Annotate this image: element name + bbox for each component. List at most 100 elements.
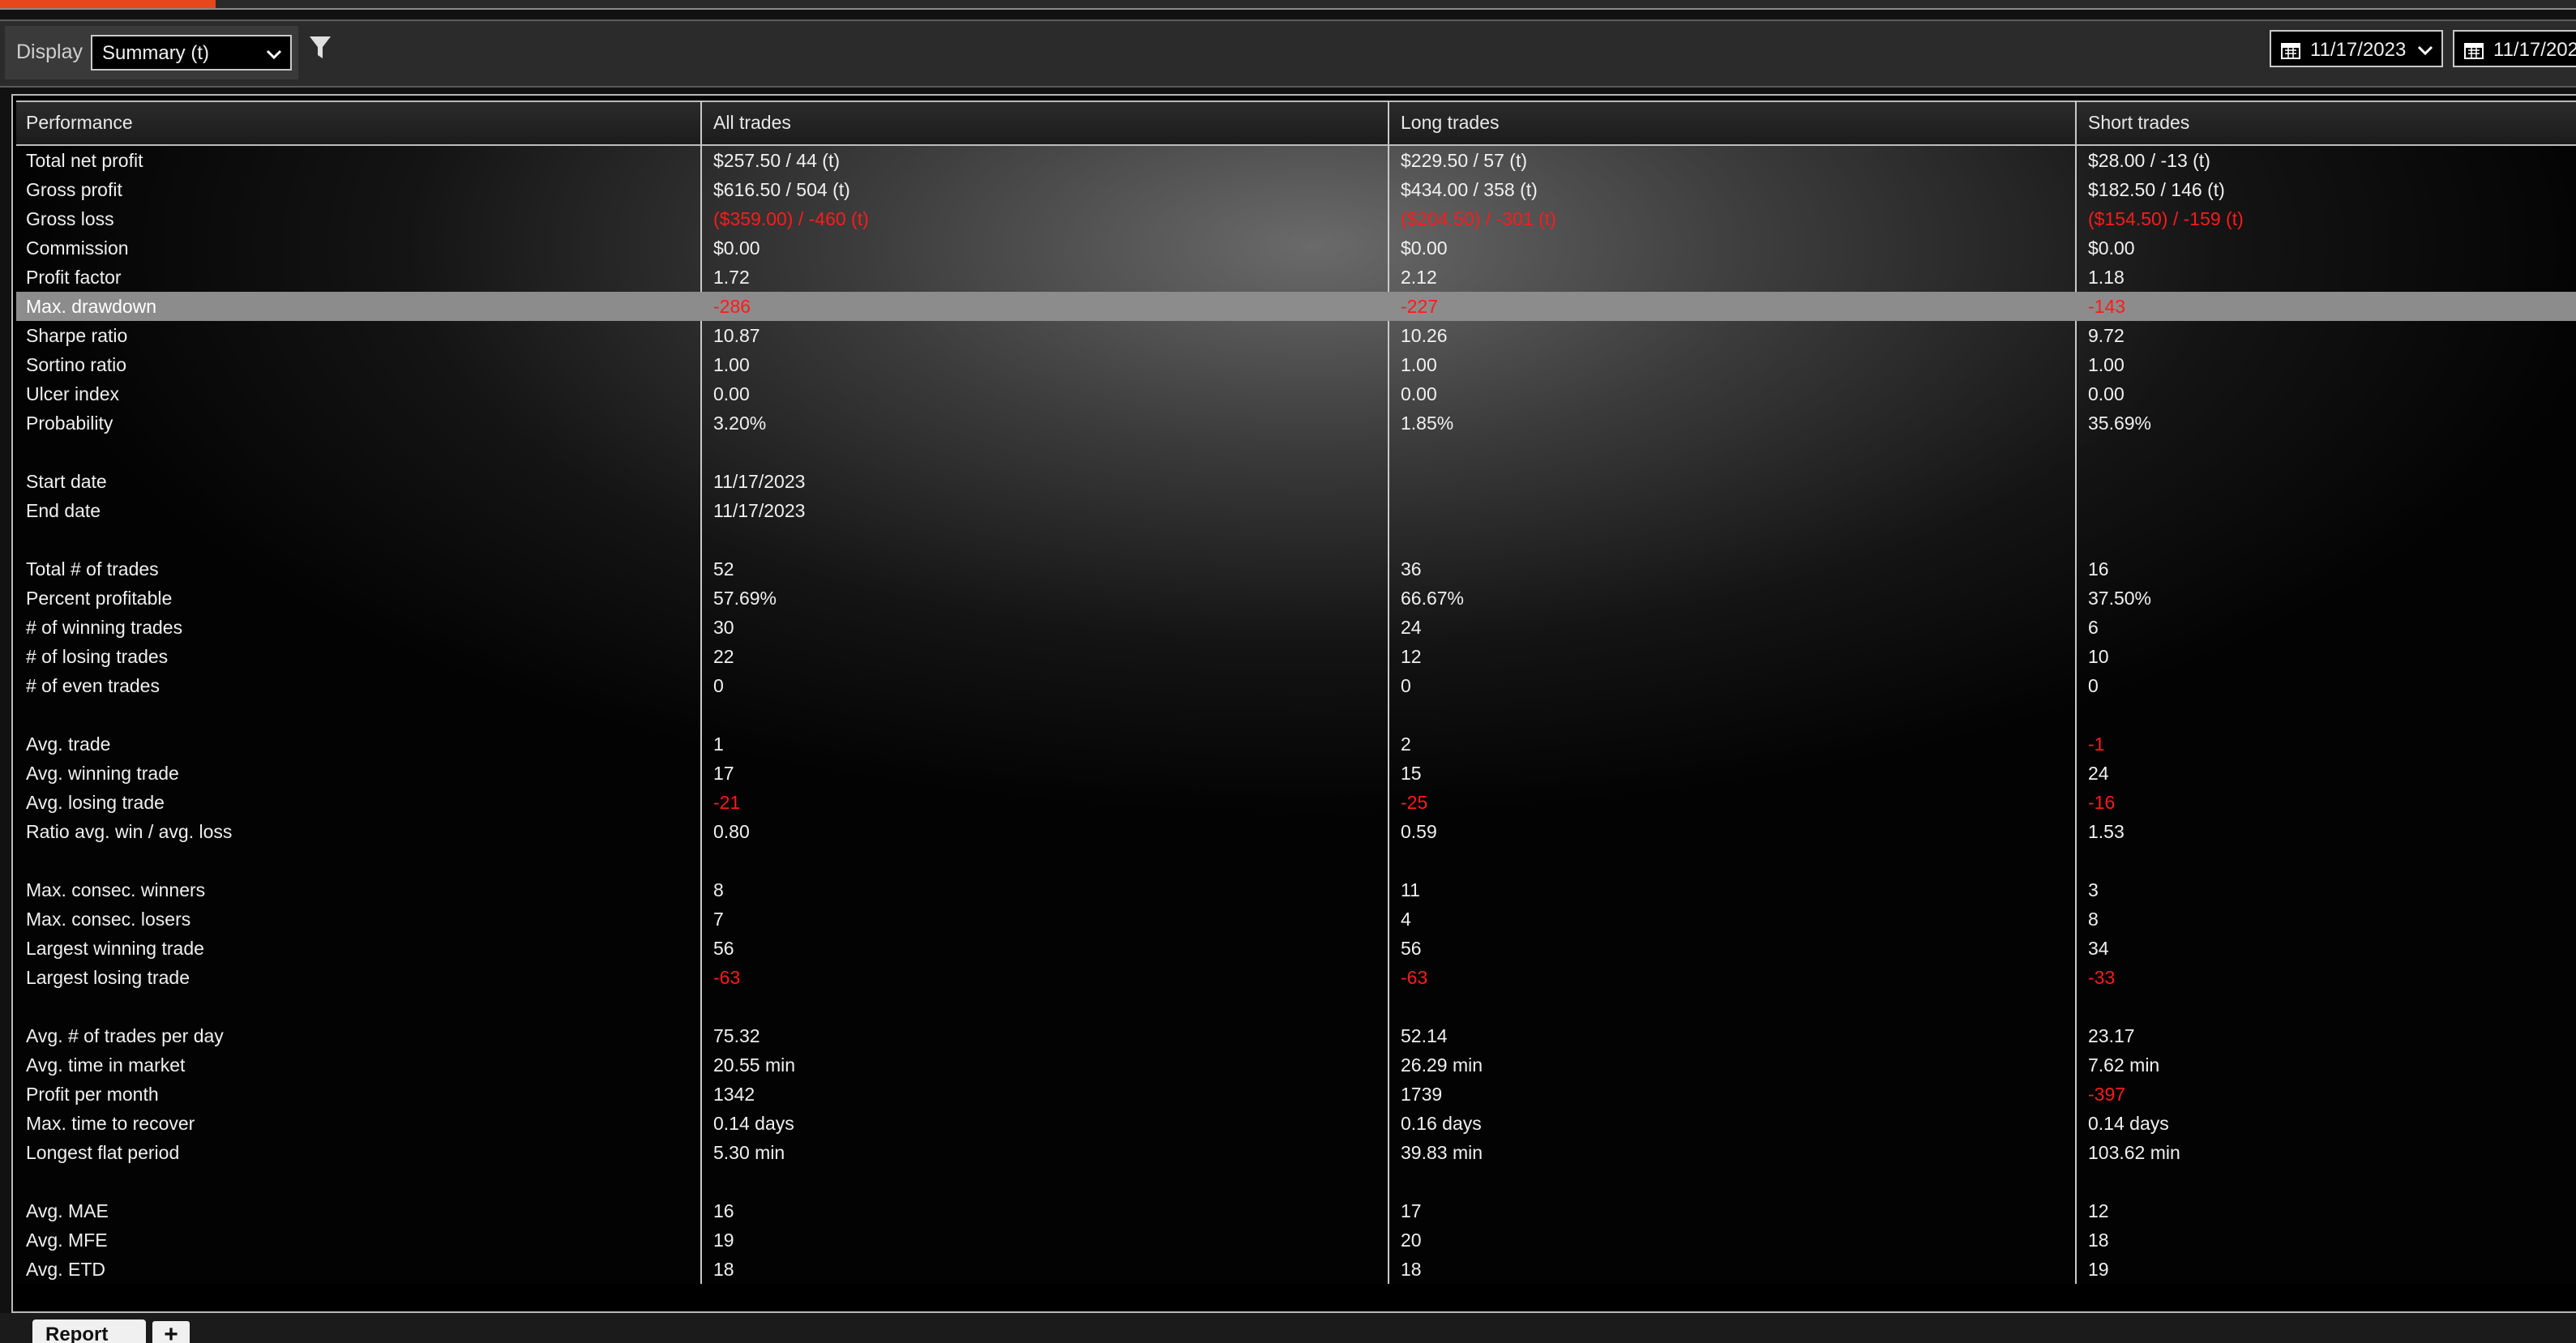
cell-long: 36 (1401, 558, 1422, 580)
cell-all: -63 (713, 967, 741, 988)
row-label: End date (26, 500, 101, 521)
column-header-long-trades[interactable]: Long trades (1401, 112, 1499, 134)
cell-long: 1.85% (1401, 413, 1454, 434)
cell-all: 0 (713, 675, 724, 696)
table-row[interactable]: Avg. losing trade -21 -25 -16 (16, 788, 2576, 817)
cell-all: -21 (713, 792, 741, 813)
table-row[interactable]: Avg. trade 1 2 -1 (16, 729, 2576, 759)
row-label: # of even trades (26, 675, 160, 696)
table-row[interactable]: Ulcer index 0.00 0.00 0.00 (16, 379, 2576, 408)
table-row[interactable]: Avg. time in market 20.55 min 26.29 min 7.6… (16, 1050, 2576, 1080)
table-row[interactable]: Avg. winning trade 17 15 24 (16, 759, 2576, 788)
cell-all: $0.00 (713, 237, 760, 259)
cell-long: 11 (1401, 879, 1420, 900)
cell-all: 1.72 (713, 267, 750, 288)
cell-all: 0.80 (713, 821, 750, 842)
add-tab-button[interactable]: + (152, 1321, 190, 1343)
table-row[interactable]: Ratio avg. win / avg. loss 0.80 0.59 1.53 (16, 817, 2576, 846)
table-row[interactable]: Largest losing trade -63 -63 -33 (16, 963, 2576, 992)
cell-long: $0.00 (1401, 237, 1448, 259)
cell-short: 0 (2088, 675, 2099, 696)
cell-long: ($204.50) / -301 (t) (1401, 208, 1556, 229)
cell-long: 2.12 (1401, 267, 1437, 288)
cell-short: 3 (2088, 879, 2099, 900)
table-row[interactable]: End date 11/17/2023 (16, 496, 2576, 525)
table-row[interactable]: Sortino ratio 1.00 1.00 1.00 (16, 350, 2576, 379)
row-label: Max. consec. losers (26, 909, 191, 930)
table-row[interactable]: Avg. MAE 16 17 12 (16, 1196, 2576, 1225)
calendar-icon (2281, 41, 2300, 63)
cell-short: 35.69% (2088, 413, 2152, 434)
table-row[interactable]: Max. drawdown -286 -227 -143 (16, 292, 2576, 321)
column-header-all-trades[interactable]: All trades (713, 112, 791, 134)
row-label: Percent profitable (26, 588, 173, 609)
cell-short: 1.00 (2088, 354, 2125, 375)
table-row[interactable]: Probability 3.20% 1.85% 35.69% (16, 408, 2576, 438)
cell-all: -286 (713, 296, 751, 317)
date-from-picker[interactable]: 11/17/2023 (2270, 30, 2443, 67)
table-row-spacer (16, 846, 2576, 875)
cell-short: -16 (2088, 792, 2116, 813)
cell-long: 24 (1401, 617, 1422, 638)
table-row[interactable]: Max. consec. winners 8 11 3 (16, 875, 2576, 905)
cell-all: 20.55 min (713, 1054, 796, 1076)
table-row[interactable]: Commission $0.00 $0.00 $0.00 (16, 233, 2576, 263)
table-row[interactable]: Percent profitable 57.69% 66.67% 37.50% (16, 584, 2576, 613)
table-row-spacer (16, 525, 2576, 554)
column-header-performance[interactable]: Performance (26, 112, 133, 134)
cell-long: -227 (1401, 296, 1439, 317)
cell-short: 0.00 (2088, 383, 2125, 404)
cell-long: -63 (1401, 967, 1428, 988)
cell-all: $257.50 / 44 (t) (713, 150, 840, 171)
filter-icon[interactable] (308, 34, 332, 66)
date-from-value: 11/17/2023 (2310, 39, 2407, 61)
display-select[interactable]: Summary (t) (91, 35, 292, 71)
cell-short: 8 (2088, 909, 2099, 930)
table-row[interactable]: Avg. MFE 19 20 18 (16, 1225, 2576, 1255)
table-row[interactable]: Avg. # of trades per day 75.32 52.14 23.17 (16, 1021, 2576, 1050)
cell-short: 0.14 days (2088, 1113, 2169, 1134)
row-label: Avg. MAE (26, 1200, 109, 1221)
cell-all: ($359.00) / -460 (t) (713, 208, 869, 229)
cell-short: 103.62 min (2088, 1142, 2180, 1163)
table-row[interactable]: Avg. ETD 18 18 19 (16, 1255, 2576, 1284)
table-row[interactable]: Profit per month 1342 1739 -397 (16, 1080, 2576, 1109)
cell-short: 9.72 (2088, 325, 2125, 346)
table-row[interactable]: Start date 11/17/2023 (16, 467, 2576, 496)
column-header-short-trades[interactable]: Short trades (2088, 112, 2189, 134)
table-row[interactable]: # of winning trades 30 24 6 (16, 613, 2576, 642)
row-label: Longest flat period (26, 1142, 180, 1163)
table-row[interactable]: Gross profit $616.50 / 504 (t) $434.00 / 3… (16, 175, 2576, 204)
cell-short: 34 (2088, 938, 2109, 959)
table-row[interactable]: Max. consec. losers 7 4 8 (16, 905, 2576, 934)
display-label: Display (16, 41, 83, 63)
row-label: Avg. ETD (26, 1259, 105, 1280)
table-row[interactable]: Total net profit $257.50 / 44 (t) $229.50 … (16, 146, 2576, 175)
table-row[interactable]: # of even trades 0 0 0 (16, 671, 2576, 700)
cell-short: -397 (2088, 1084, 2126, 1105)
bottom-tab-bar: Report + (0, 1313, 2576, 1343)
table-row[interactable]: Gross loss ($359.00) / -460 (t) ($204.50) … (16, 204, 2576, 233)
cell-short: 6 (2088, 617, 2099, 638)
table-row-spacer (16, 1167, 2576, 1196)
date-to-picker[interactable]: 11/17/2023 (2453, 30, 2576, 67)
row-label: # of losing trades (26, 646, 169, 667)
cell-short: 19 (2088, 1259, 2109, 1280)
cell-all: 52 (713, 558, 734, 580)
cell-all: 57.69% (713, 588, 777, 609)
cell-long: 15 (1401, 763, 1422, 784)
cell-short: 1.53 (2088, 821, 2125, 842)
table-row[interactable]: Sharpe ratio 10.87 10.26 9.72 (16, 321, 2576, 350)
cell-all: $616.50 / 504 (t) (713, 179, 850, 200)
table-row[interactable]: # of losing trades 22 12 10 (16, 642, 2576, 671)
table-row[interactable]: Profit factor 1.72 2.12 1.18 (16, 263, 2576, 292)
table-row[interactable]: Total # of trades 52 36 16 (16, 554, 2576, 584)
table-row[interactable]: Max. time to recover 0.14 days 0.16 days 0.… (16, 1109, 2576, 1138)
table-row[interactable]: Largest winning trade 56 56 34 (16, 934, 2576, 963)
tab-report[interactable]: Report (32, 1319, 146, 1343)
cell-long: 39.83 min (1401, 1142, 1483, 1163)
table-row[interactable]: Longest flat period 5.30 min 39.83 min 103.… (16, 1138, 2576, 1167)
chevron-down-icon (2416, 41, 2435, 64)
row-label: Avg. winning trade (26, 763, 179, 784)
cell-all: 10.87 (713, 325, 760, 346)
